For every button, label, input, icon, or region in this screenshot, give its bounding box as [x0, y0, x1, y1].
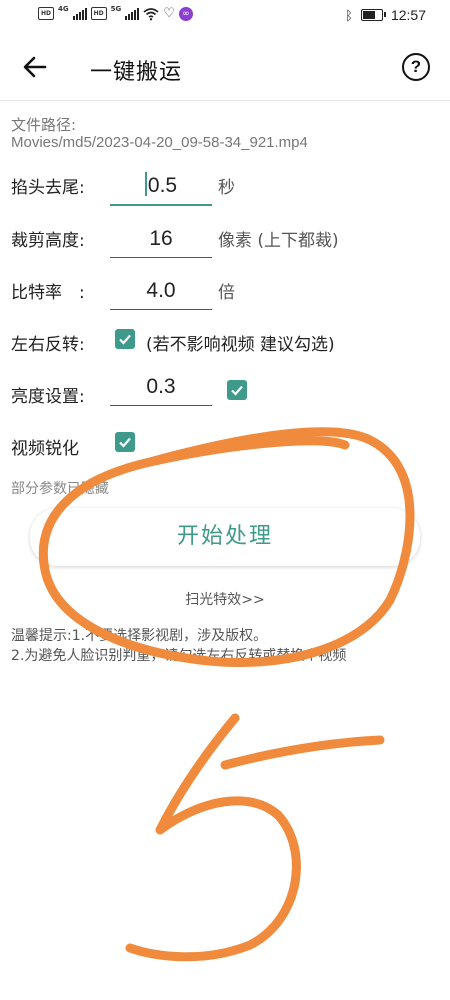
annotation-stroke-5-body — [125, 713, 301, 962]
check-icon — [231, 385, 243, 396]
trim-value: 0.5 — [147, 174, 178, 197]
flip-checkbox[interactable] — [115, 329, 135, 349]
help-icon[interactable]: ? — [402, 53, 430, 81]
bitrate-input[interactable]: 4.0 — [110, 273, 212, 310]
trim-label: 掐头去尾: — [11, 178, 85, 198]
battery-icon — [360, 9, 386, 21]
check-icon — [119, 437, 131, 448]
file-path-value: Movies/md5/2023-04-20_09-58-34_921.mp4 — [11, 134, 308, 151]
battery-fill — [362, 11, 375, 19]
brightness-checkbox[interactable] — [227, 380, 247, 400]
hd-icon-2: HD — [90, 7, 107, 20]
crop-label: 裁剪高度: — [11, 231, 85, 251]
bitrate-value: 4.0 — [146, 279, 176, 302]
tip-line-2: 2.为避免人脸识别判重，请勾选左右反转或替换个视频 — [11, 648, 347, 664]
link-icon: ♡ — [163, 6, 175, 21]
status-left: HD 4G HD 5G ♡ ∞ — [38, 4, 193, 21]
bitrate-label: 比特率 : — [11, 283, 85, 303]
crop-input[interactable]: 16 — [110, 221, 212, 258]
app-notification-icon: ∞ — [178, 6, 193, 21]
brightness-value: 0.3 — [146, 375, 176, 398]
network-type-1: 4G — [58, 4, 69, 13]
page-title: 一键搬运 — [90, 60, 183, 85]
crop-value: 16 — [149, 227, 173, 250]
trim-input[interactable]: 0.5 — [110, 168, 212, 206]
text-caret — [144, 172, 147, 197]
sharpen-checkbox[interactable] — [115, 432, 135, 452]
hidden-params-note: 部分参数已隐藏 — [11, 481, 109, 497]
annotation-stroke-5-top — [220, 735, 385, 770]
brightness-input[interactable]: 0.3 — [110, 369, 212, 406]
signal-bars-icon-2 — [125, 7, 140, 20]
status-right: ᛒ 12:57 — [345, 7, 426, 23]
crop-unit: 像素 (上下都裁) — [218, 231, 339, 251]
network-type-2: 5G — [110, 4, 122, 13]
tip-line-1: 温馨提示:1.不要选择影视剧，涉及版权。 — [11, 628, 268, 644]
flip-hint: (若不影响视频 建议勾选) — [146, 335, 335, 355]
bluetooth-icon: ᛒ — [345, 7, 353, 23]
hd-icon: HD — [38, 7, 54, 20]
flip-label: 左右反转: — [11, 335, 85, 355]
app-bar: 一键搬运 ? — [0, 34, 450, 101]
signal-bars-icon — [72, 7, 87, 20]
status-bar: HD 4G HD 5G ♡ ∞ ᛒ 12:57 — [0, 0, 450, 34]
sharpen-label: 视频锐化 — [11, 439, 79, 459]
check-icon — [119, 334, 131, 345]
bitrate-unit: 倍 — [218, 283, 235, 303]
file-path-label: 文件路径: — [11, 116, 77, 134]
brightness-label: 亮度设置: — [11, 387, 85, 407]
status-time: 12:57 — [390, 7, 426, 23]
trim-unit: 秒 — [218, 178, 235, 198]
back-arrow-icon[interactable] — [20, 52, 50, 82]
scan-effect-link[interactable]: 扫光特效>> — [0, 589, 450, 609]
start-processing-button[interactable]: 开始处理 — [30, 508, 420, 566]
wifi-icon — [143, 7, 159, 20]
